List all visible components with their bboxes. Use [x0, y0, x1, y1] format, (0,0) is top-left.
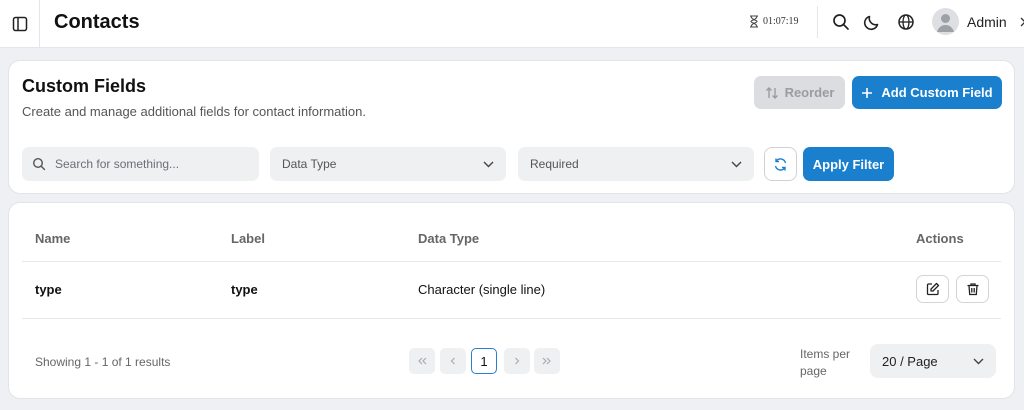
per-page-value: 20 / Page	[882, 353, 938, 369]
edit-button[interactable]	[916, 275, 949, 303]
chevron-right-icon	[515, 357, 520, 365]
top-bar: Contacts 01:07:19 Admin	[0, 0, 1024, 48]
data-type-select[interactable]: Data Type	[270, 147, 506, 181]
reorder-label: Reorder	[784, 85, 835, 100]
items-per-page-label: Items per page	[800, 347, 851, 378]
divider	[817, 6, 818, 38]
timer-value: 01:07:19	[763, 16, 799, 27]
prev-page-button[interactable]	[440, 348, 466, 374]
refresh-icon	[774, 157, 787, 171]
header-divider	[22, 261, 1001, 262]
required-select[interactable]: Required	[518, 147, 754, 181]
chevron-left-icon	[450, 357, 455, 365]
cell-data-type: Character (single line)	[418, 282, 546, 297]
column-header-actions: Actions	[916, 231, 964, 246]
last-page-button[interactable]	[534, 348, 560, 374]
search-button[interactable]	[830, 11, 852, 33]
section-title: Custom Fields	[22, 76, 147, 96]
search-input[interactable]	[55, 157, 245, 171]
custom-fields-table-card: Name Label Data Type Actions type type C…	[8, 202, 1015, 399]
per-page-select[interactable]: 20 / Page	[870, 344, 996, 378]
chevron-down-icon	[483, 161, 494, 167]
page-button-current[interactable]: 1	[471, 348, 497, 374]
search-box[interactable]	[22, 147, 259, 181]
page-title: Contacts	[54, 11, 140, 33]
language-button[interactable]	[895, 11, 917, 33]
session-timer: 01:07:19	[749, 15, 799, 28]
custom-fields-header-card: Custom Fields Create and manage addition…	[8, 60, 1015, 194]
apply-filter-button[interactable]: Apply Filter	[803, 147, 894, 181]
data-type-select-label: Data Type	[282, 157, 337, 171]
results-summary: Showing 1 - 1 of 1 results	[35, 355, 171, 369]
add-custom-field-button[interactable]: Add Custom Field	[852, 76, 1002, 109]
globe-icon	[898, 14, 914, 30]
avatar	[932, 8, 959, 35]
cell-label: type	[231, 282, 258, 297]
first-page-button[interactable]	[409, 348, 435, 374]
reset-filters-button[interactable]	[764, 147, 797, 181]
chevron-down-icon	[973, 358, 984, 364]
double-chevron-left-icon	[418, 357, 427, 365]
chevron-down-icon	[731, 161, 742, 167]
hourglass-icon	[750, 15, 758, 28]
moon-icon	[863, 15, 879, 31]
section-subtitle: Create and manage additional fields for …	[22, 104, 366, 119]
sidebar-panel-icon	[12, 16, 27, 32]
user-icon	[937, 14, 954, 32]
cell-name: type	[35, 282, 62, 297]
reorder-button[interactable]: Reorder	[754, 76, 845, 109]
user-menu[interactable]: Admin	[932, 8, 1024, 35]
chevron-right-icon	[1020, 17, 1024, 26]
required-select-label: Required	[530, 157, 579, 171]
delete-button[interactable]	[956, 275, 989, 303]
search-icon	[833, 14, 849, 30]
edit-icon	[926, 282, 939, 296]
double-chevron-right-icon	[542, 357, 551, 365]
plus-icon	[862, 87, 873, 98]
column-header-name: Name	[35, 231, 71, 246]
sort-arrows-icon	[765, 86, 778, 99]
row-divider	[22, 318, 1001, 319]
sidebar-toggle-button[interactable]	[0, 0, 40, 48]
theme-toggle-button[interactable]	[861, 11, 883, 33]
next-page-button[interactable]	[504, 348, 530, 374]
column-header-data-type: Data Type	[418, 231, 480, 246]
add-custom-field-label: Add Custom Field	[881, 85, 993, 100]
search-icon	[32, 157, 46, 171]
user-name: Admin	[967, 13, 1007, 30]
column-header-label: Label	[231, 231, 265, 246]
trash-icon	[967, 283, 978, 296]
